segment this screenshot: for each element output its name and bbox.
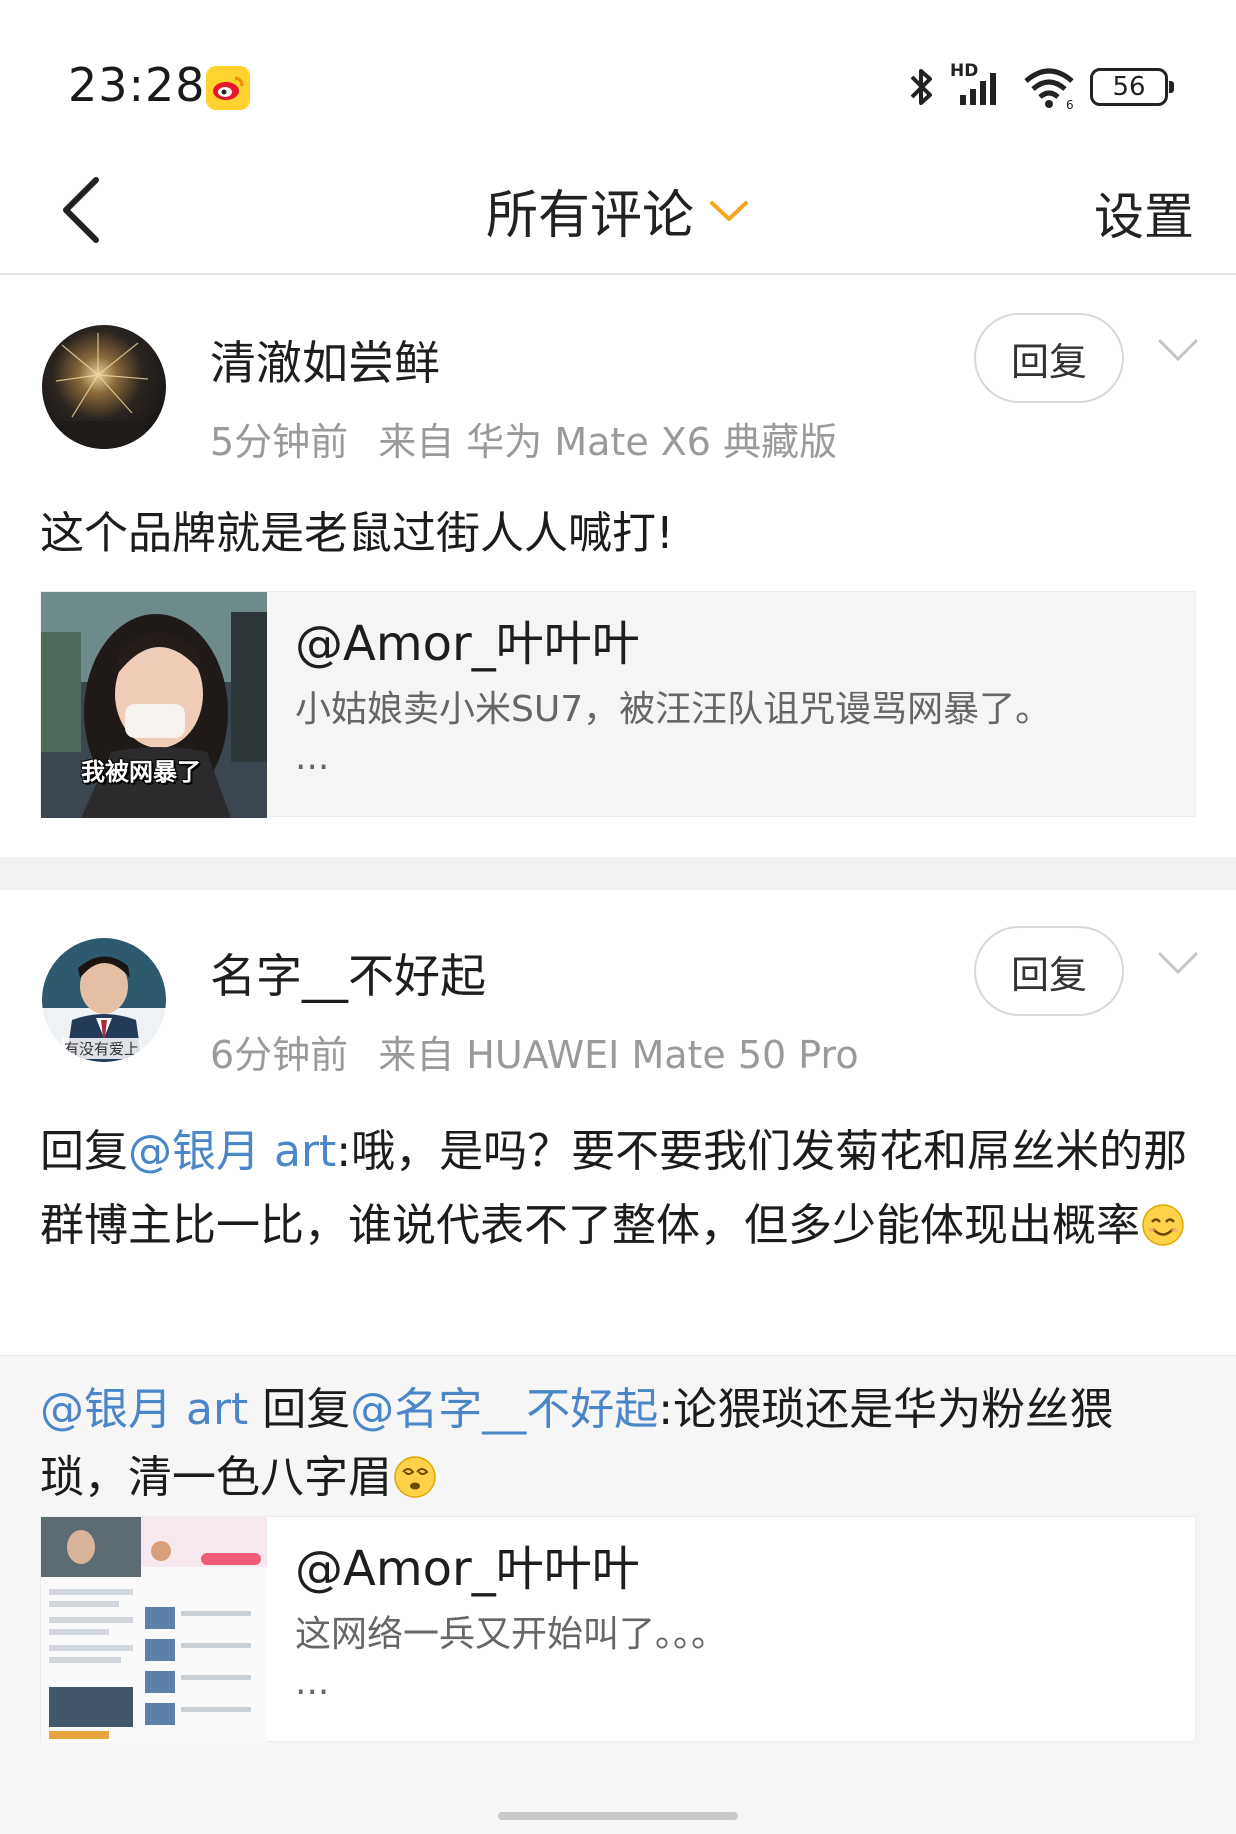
reply-button[interactable]: 回复 [974,313,1124,403]
quoted-reply-text: @银月 art 回复@名字__不好起:论猥琐还是华为粉丝猥琐，清一色八字眉 [40,1376,1200,1512]
mention-link[interactable]: @银月 art [128,1126,336,1177]
quoted-reply[interactable]: @银月 art 回复@名字__不好起:论猥琐还是华为粉丝猥琐，清一色八字眉 @A… [0,1355,1236,1834]
shared-post-card[interactable]: @Amor_叶叶叶 这网络一兵又开始叫了。。。 ... [40,1516,1196,1743]
status-icons: HD 6 56 [906,61,1174,112]
shared-post-ellipsis: ... [295,737,330,778]
shared-post-author: @Amor_叶叶叶 [295,616,640,672]
shared-post-thumbnail [41,1517,267,1743]
comment-time: 5分钟前 [210,420,349,464]
comment-source: 来自 HUAWEI Mate 50 Pro [378,1033,859,1077]
comment-text: 这个品牌就是老鼠过街人人喊打! [40,508,674,559]
avatar-caption: 有没有爱上 [62,1038,142,1059]
weibo-icon [206,66,250,110]
smile-emoji-icon [1142,1204,1184,1246]
avatar[interactable]: 有没有爱上 [42,938,166,1062]
comment-time: 6分钟前 [210,1033,349,1077]
battery-level: 56 [1112,72,1146,102]
reply-word: 回复 [248,1384,351,1435]
reply-button[interactable]: 回复 [974,926,1124,1016]
comment-text: 回复@银月 art:哦，是吗？要不要我们发菊花和屌丝米的那群博主比一比，谁说代表… [40,1115,1200,1263]
shared-post-author: @Amor_叶叶叶 [295,1541,640,1597]
settings-button[interactable]: 设置 [1094,177,1194,249]
shared-post-thumbnail: 我被网暴了 [41,592,267,818]
mention-link[interactable]: @银月 art [40,1384,248,1435]
nav-bar: 所有评论 设置 [0,145,1236,275]
chevron-down-icon[interactable] [1156,948,1200,978]
battery-icon: 56 [1090,68,1174,106]
comment-source: 来自 华为 Mate X6 典藏版 [378,420,838,464]
comment-meta: 6分钟前 来自 HUAWEI Mate 50 Pro [210,1024,859,1079]
signal-icon: HD [950,61,1008,109]
comment-meta: 5分钟前 来自 华为 Mate X6 典藏版 [210,411,837,466]
comment-item: 清澈如尝鲜 5分钟前 来自 华为 Mate X6 典藏版 回复 这个品牌就是老鼠过… [0,277,1236,857]
shared-post-desc: 小姑娘卖小米SU7，被汪汪队诅咒谩骂网暴了。 [295,689,1052,730]
chevron-down-icon[interactable] [1156,335,1200,365]
divider [0,857,1236,890]
status-time: 23:28 [68,58,206,112]
dizzy-emoji-icon [394,1456,436,1498]
page-title: 所有评论 [485,186,694,246]
comment-username[interactable]: 名字__不好起 [210,940,486,1006]
thumbnail-caption: 我被网暴了 [81,758,201,786]
comment-filter-dropdown[interactable]: 所有评论 [0,173,1236,248]
avatar[interactable] [42,325,166,449]
shared-post-desc: 这网络一兵又开始叫了。。。 [295,1614,728,1655]
comment-item: 有没有爱上 名字__不好起 6分钟前 来自 HUAWEI Mate 50 Pro … [0,890,1236,1834]
wifi-icon: 6 [1024,68,1074,109]
chevron-down-icon [710,200,748,221]
svg-text:6: 6 [1066,98,1074,109]
comment-username[interactable]: 清澈如尝鲜 [210,327,440,393]
mention-link[interactable]: @名字__不好起 [350,1384,658,1435]
shared-post-ellipsis: ... [295,1662,330,1703]
shared-post-card[interactable]: 我被网暴了 @Amor_叶叶叶 小姑娘卖小米SU7，被汪汪队诅咒谩骂网暴了。 .… [40,591,1196,818]
bluetooth-icon [910,69,932,105]
shared-post-body: @Amor_叶叶叶 小姑娘卖小米SU7，被汪汪队诅咒谩骂网暴了。 ... [267,592,1051,816]
shared-post-body: @Amor_叶叶叶 这网络一兵又开始叫了。。。 ... [267,1517,727,1741]
home-indicator[interactable] [498,1812,738,1820]
reply-prefix: 回复 [40,1126,128,1177]
status-bar: 23:28 HD 6 56 [0,0,1236,145]
